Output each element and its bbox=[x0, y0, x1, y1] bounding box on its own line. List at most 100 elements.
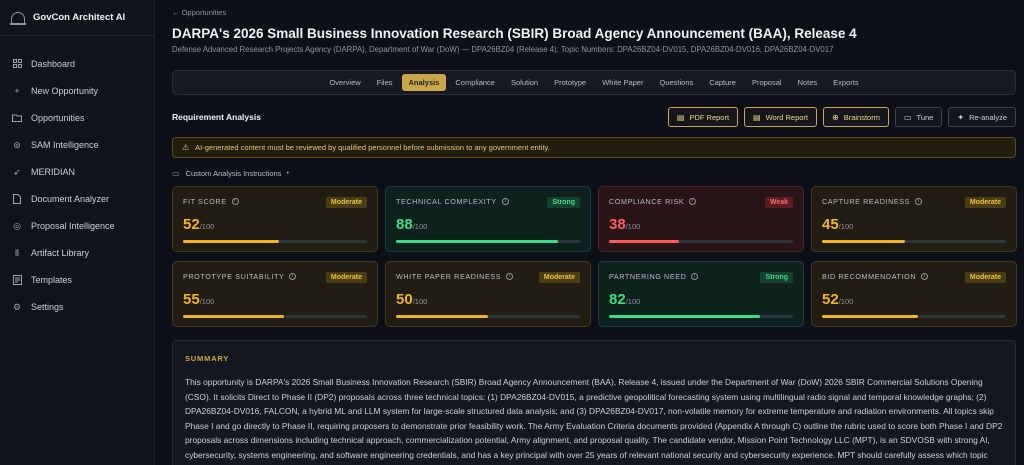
score-number: 52 bbox=[183, 216, 200, 233]
info-icon[interactable]: i bbox=[921, 273, 929, 280]
sidebar-item-dashboard[interactable]: Dashboard bbox=[0, 50, 154, 77]
score-progress-fill bbox=[609, 240, 679, 243]
score-progress-track bbox=[609, 240, 793, 243]
info-icon[interactable]: i bbox=[506, 273, 514, 280]
score-card: FIT SCORE i Moderate 52/100 bbox=[172, 186, 378, 252]
breadcrumb[interactable]: ← Opportunities bbox=[172, 8, 226, 17]
tab-compliance[interactable]: Compliance bbox=[448, 74, 502, 91]
score-progress-track bbox=[822, 315, 1006, 318]
status-badge: Strong bbox=[760, 272, 793, 283]
reanalyze-button[interactable]: ✦ Re-analyze bbox=[948, 107, 1016, 127]
tab-white-paper[interactable]: White Paper bbox=[595, 74, 650, 91]
status-badge: Moderate bbox=[325, 272, 367, 283]
info-icon[interactable]: i bbox=[689, 198, 697, 205]
score-card-title: WHITE PAPER READINESS bbox=[396, 272, 502, 281]
score-suffix: /100 bbox=[412, 297, 428, 306]
sidebar-item-document-analyzer[interactable]: Document Analyzer bbox=[0, 185, 154, 212]
info-icon[interactable]: i bbox=[289, 273, 297, 280]
score-card: PROTOTYPE SUITABILITY i Moderate 55/100 bbox=[172, 261, 378, 327]
back-arrow-icon: ← bbox=[172, 8, 180, 17]
summary-heading: SUMMARY bbox=[185, 354, 230, 363]
target-icon: ◎ bbox=[13, 220, 21, 231]
score-progress-track bbox=[183, 240, 367, 243]
score-number: 88 bbox=[396, 216, 413, 233]
main-content: ← Opportunities DARPA's 2026 Small Busin… bbox=[155, 0, 1024, 465]
info-icon[interactable]: i bbox=[501, 198, 509, 205]
sidebar-item-label: MERIDIAN bbox=[31, 166, 76, 177]
logo-icon bbox=[10, 11, 26, 25]
pdf-report-button[interactable]: ▤ PDF Report bbox=[667, 107, 739, 127]
tab-solution[interactable]: Solution bbox=[504, 74, 545, 91]
score-suffix: /100 bbox=[199, 222, 215, 231]
sidebar-item-settings[interactable]: ⚙ Settings bbox=[0, 293, 154, 320]
sidebar-item-label: SAM Intelligence bbox=[31, 139, 99, 150]
score-suffix: /100 bbox=[625, 297, 641, 306]
brand[interactable]: GovCon Architect AI bbox=[0, 0, 154, 36]
score-number: 82 bbox=[609, 291, 626, 308]
score-number: 50 bbox=[396, 291, 413, 308]
score-value: 52/100 bbox=[183, 216, 214, 233]
score-number: 45 bbox=[822, 216, 839, 233]
score-progress-fill bbox=[822, 315, 918, 318]
summary-text: This opportunity is DARPA's 2026 Small B… bbox=[185, 377, 1003, 465]
score-progress-track bbox=[396, 315, 580, 318]
sidebar-item-meridian[interactable]: ➶ MERIDIAN bbox=[0, 158, 154, 185]
compass-icon: ⊕ bbox=[832, 112, 839, 122]
sidebar-item-label: Proposal Intelligence bbox=[31, 220, 115, 231]
info-icon[interactable]: i bbox=[691, 273, 699, 280]
score-number: 55 bbox=[183, 291, 200, 308]
summary-panel: SUMMARY This opportunity is DARPA's 2026… bbox=[172, 340, 1016, 465]
tab-overview[interactable]: Overview bbox=[322, 74, 367, 91]
sidebar-item-new-opportunity[interactable]: + New Opportunity bbox=[0, 77, 154, 104]
tab-prototype[interactable]: Prototype bbox=[547, 74, 593, 91]
section-title: Requirement Analysis bbox=[172, 112, 261, 122]
score-progress-fill bbox=[822, 240, 905, 243]
document-icon: ▤ bbox=[676, 112, 685, 122]
score-value: 55/100 bbox=[183, 291, 214, 308]
library-icon: ⫴ bbox=[15, 247, 19, 258]
sidebar-item-opportunities[interactable]: Opportunities bbox=[0, 104, 154, 131]
score-value: 88/100 bbox=[396, 216, 427, 233]
score-card: WHITE PAPER READINESS i Moderate 50/100 bbox=[385, 261, 591, 327]
score-value: 52/100 bbox=[822, 291, 853, 308]
sidebar-item-templates[interactable]: Templates bbox=[0, 266, 154, 293]
tab-exports[interactable]: Exports bbox=[826, 74, 865, 91]
sidebar-nav: Dashboard + New Opportunity Opportunitie… bbox=[0, 36, 154, 320]
sidebar: GovCon Architect AI Dashboard + New Oppo… bbox=[0, 0, 155, 465]
radar-icon: ⊚ bbox=[13, 139, 21, 150]
score-number: 52 bbox=[822, 291, 839, 308]
ai-warning-banner: ⚠ AI-generated content must be reviewed … bbox=[172, 137, 1016, 158]
score-value: 82/100 bbox=[609, 291, 640, 308]
sidebar-item-sam-intelligence[interactable]: ⊚ SAM Intelligence bbox=[0, 131, 154, 158]
warning-text: AI-generated content must be reviewed by… bbox=[195, 143, 550, 152]
sidebar-item-artifact-library[interactable]: ⫴ Artifact Library bbox=[0, 239, 154, 266]
score-progress-fill bbox=[396, 240, 558, 243]
score-card: TECHNICAL COMPLEXITY i Strong 88/100 bbox=[385, 186, 591, 252]
tab-capture[interactable]: Capture bbox=[702, 74, 743, 91]
tune-button[interactable]: ▭ Tune bbox=[894, 107, 943, 127]
word-report-button[interactable]: ▤ Word Report bbox=[744, 107, 817, 127]
sidebar-item-proposal-intelligence[interactable]: ◎ Proposal Intelligence bbox=[0, 212, 154, 239]
tab-questions[interactable]: Questions bbox=[652, 74, 700, 91]
brainstorm-button[interactable]: ⊕ Brainstorm bbox=[823, 107, 889, 127]
template-icon bbox=[12, 274, 22, 285]
sidebar-item-label: New Opportunity bbox=[31, 85, 99, 96]
send-icon: ➶ bbox=[13, 166, 21, 177]
button-label: Tune bbox=[916, 112, 934, 122]
app-name: GovCon Architect AI bbox=[33, 12, 126, 23]
score-suffix: /100 bbox=[838, 222, 854, 231]
info-icon[interactable]: i bbox=[231, 198, 239, 205]
tab-notes[interactable]: Notes bbox=[791, 74, 825, 91]
score-value: 38/100 bbox=[609, 216, 640, 233]
score-progress-fill bbox=[183, 240, 279, 243]
breadcrumb-link[interactable]: Opportunities bbox=[182, 8, 227, 17]
tab-files[interactable]: Files bbox=[370, 74, 400, 91]
tab-proposal[interactable]: Proposal bbox=[745, 74, 789, 91]
custom-instructions-toggle[interactable]: ▭ Custom Analysis Instructions • bbox=[172, 169, 289, 178]
info-icon[interactable]: i bbox=[915, 198, 923, 205]
score-suffix: /100 bbox=[625, 222, 641, 231]
tab-analysis[interactable]: Analysis bbox=[401, 74, 447, 91]
score-progress-track bbox=[609, 315, 793, 318]
button-label: Re-analyze bbox=[969, 112, 1007, 122]
document-icon: ▤ bbox=[753, 112, 761, 122]
